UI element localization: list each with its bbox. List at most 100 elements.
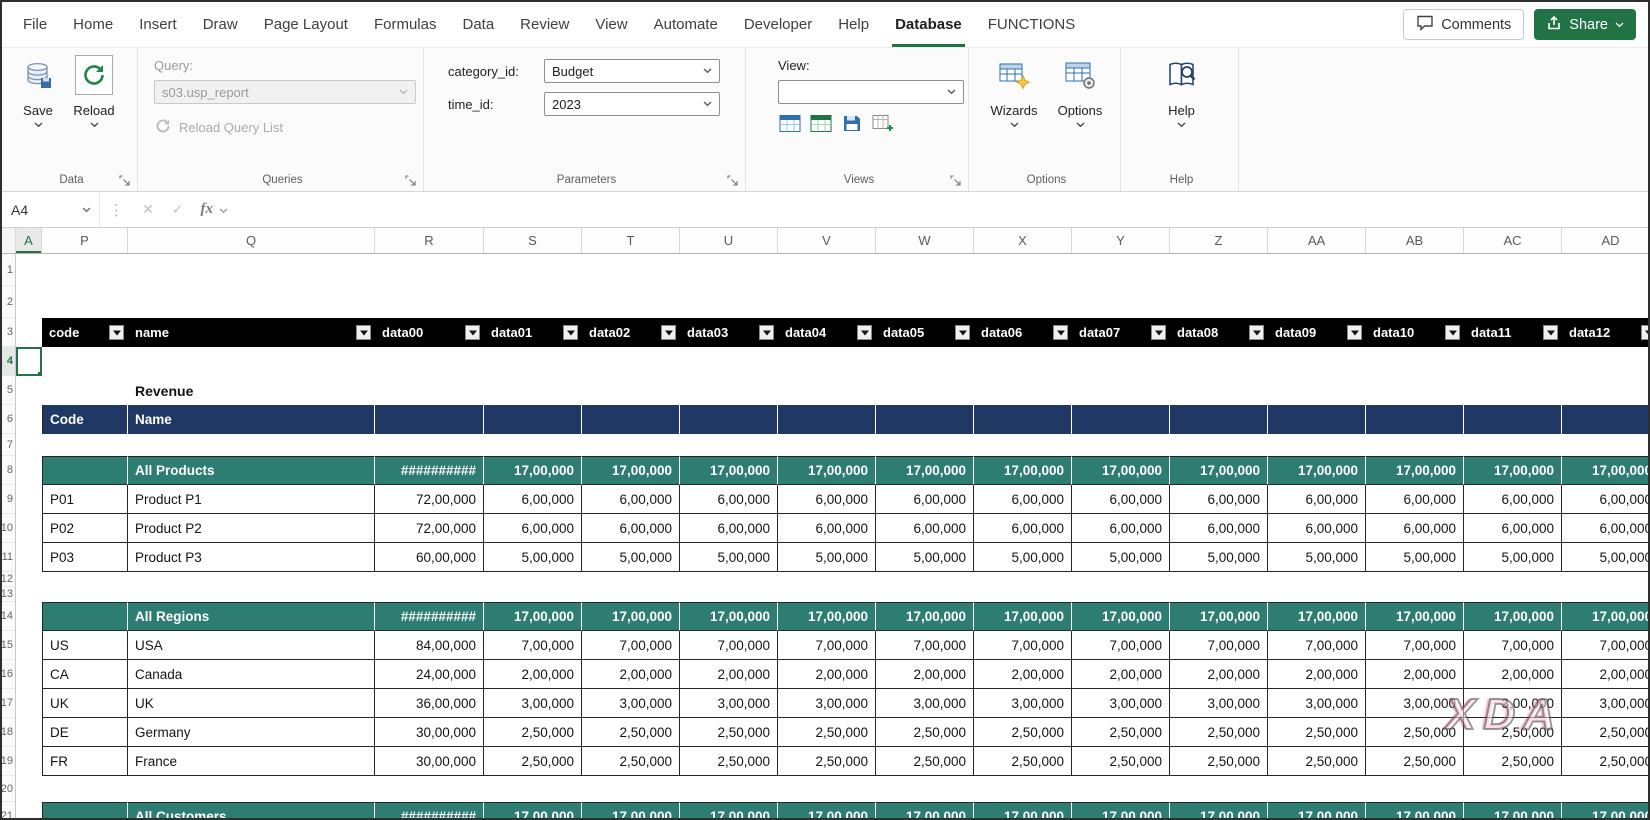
view-select[interactable] xyxy=(778,80,964,104)
column-header-AD[interactable]: AD xyxy=(1562,228,1648,253)
cell[interactable]: 2,50,000 xyxy=(484,718,582,747)
cell[interactable]: 6,00,000 xyxy=(876,485,974,514)
cell[interactable]: CA xyxy=(42,660,128,689)
cell[interactable] xyxy=(42,602,128,631)
cell[interactable]: 17,00,000 xyxy=(1562,602,1648,631)
cell[interactable] xyxy=(16,543,42,572)
cell[interactable]: 7,00,000 xyxy=(1464,631,1562,660)
cell[interactable]: 2,50,000 xyxy=(778,718,876,747)
row-header-14[interactable]: 14 xyxy=(2,602,16,631)
menu-tab-file[interactable]: File xyxy=(10,2,60,47)
cell[interactable] xyxy=(16,485,42,514)
column-header-T[interactable]: T xyxy=(582,228,680,253)
cell[interactable]: 17,00,000 xyxy=(876,602,974,631)
cell[interactable]: 6,00,000 xyxy=(1562,485,1648,514)
cell[interactable]: 17,00,000 xyxy=(582,456,680,485)
help-button[interactable]: Help xyxy=(1149,50,1215,169)
cell[interactable] xyxy=(16,660,42,689)
dialog-launcher-icon[interactable] xyxy=(405,175,417,187)
cell[interactable]: 2,50,000 xyxy=(1170,747,1268,776)
cell[interactable]: 7,00,000 xyxy=(974,631,1072,660)
menu-tab-home[interactable]: Home xyxy=(60,2,126,47)
menu-tab-draw[interactable]: Draw xyxy=(190,2,251,47)
cell[interactable]: 17,00,000 xyxy=(1562,456,1648,485)
filter-button-data11[interactable] xyxy=(1543,325,1558,340)
cell[interactable] xyxy=(16,405,42,434)
cell[interactable]: 60,00,000 xyxy=(375,543,484,572)
cell[interactable]: 2,50,000 xyxy=(876,718,974,747)
cell[interactable]: 6,00,000 xyxy=(974,485,1072,514)
cell[interactable]: 6,00,000 xyxy=(1562,514,1648,543)
cell[interactable]: 24,00,000 xyxy=(375,660,484,689)
cell[interactable]: 2,00,000 xyxy=(1170,660,1268,689)
cell[interactable]: 5,00,000 xyxy=(484,543,582,572)
save-button[interactable]: Save xyxy=(10,50,66,169)
cell[interactable]: ########## xyxy=(375,602,484,631)
menu-tab-database[interactable]: Database xyxy=(882,2,975,47)
row-header-17[interactable]: 17 xyxy=(2,689,16,718)
cell[interactable] xyxy=(16,631,42,660)
cell[interactable]: 6,00,000 xyxy=(582,485,680,514)
menu-tab-view[interactable]: View xyxy=(582,2,640,47)
cell[interactable] xyxy=(16,587,42,602)
dialog-launcher-icon[interactable] xyxy=(950,175,962,187)
cell[interactable]: 17,00,000 xyxy=(974,802,1072,818)
cell[interactable] xyxy=(16,602,42,631)
cell[interactable]: 5,00,000 xyxy=(1366,543,1464,572)
cell[interactable]: 2,50,000 xyxy=(484,747,582,776)
cell[interactable]: 2,00,000 xyxy=(1072,660,1170,689)
cell[interactable]: 6,00,000 xyxy=(876,514,974,543)
row-header-16[interactable]: 16 xyxy=(2,660,16,689)
cell[interactable] xyxy=(1268,405,1366,434)
cell[interactable]: 2,50,000 xyxy=(778,747,876,776)
cell[interactable] xyxy=(375,405,484,434)
cell[interactable]: 17,00,000 xyxy=(484,456,582,485)
cell[interactable]: 2,00,000 xyxy=(1268,660,1366,689)
cell[interactable]: 3,00,000 xyxy=(1464,689,1562,718)
row-header-1[interactable]: 1 xyxy=(2,254,16,286)
cell[interactable]: 6,00,000 xyxy=(1072,514,1170,543)
cell[interactable]: 6,00,000 xyxy=(1170,514,1268,543)
cell[interactable]: 17,00,000 xyxy=(1366,802,1464,818)
reload-button[interactable]: Reload xyxy=(66,50,122,169)
cell[interactable]: 6,00,000 xyxy=(1170,485,1268,514)
comments-button[interactable]: Comments xyxy=(1403,9,1525,40)
row-header-18[interactable]: 18 xyxy=(2,718,16,747)
dialog-launcher-icon[interactable] xyxy=(727,175,739,187)
cell[interactable] xyxy=(16,376,42,405)
cell[interactable] xyxy=(16,318,42,347)
cell[interactable] xyxy=(1366,405,1464,434)
cell[interactable] xyxy=(42,376,128,405)
cell[interactable]: 6,00,000 xyxy=(680,485,778,514)
cancel-icon[interactable]: ✕ xyxy=(133,201,163,218)
enter-icon[interactable]: ✓ xyxy=(163,201,193,218)
menu-tab-developer[interactable]: Developer xyxy=(731,2,825,47)
cell[interactable]: 17,00,000 xyxy=(680,802,778,818)
menu-tab-insert[interactable]: Insert xyxy=(126,2,190,47)
cell[interactable]: 3,00,000 xyxy=(1268,689,1366,718)
cell[interactable]: 3,00,000 xyxy=(778,689,876,718)
cell[interactable]: 2,50,000 xyxy=(1072,747,1170,776)
cell[interactable]: 5,00,000 xyxy=(1268,543,1366,572)
cell[interactable]: 17,00,000 xyxy=(1562,802,1648,818)
menu-tab-automate[interactable]: Automate xyxy=(641,2,731,47)
cell[interactable]: 17,00,000 xyxy=(484,602,582,631)
cell[interactable]: 36,00,000 xyxy=(375,689,484,718)
cell[interactable]: 17,00,000 xyxy=(1366,456,1464,485)
column-header-A[interactable]: A xyxy=(16,228,42,253)
cell[interactable]: 6,00,000 xyxy=(582,514,680,543)
filter-button-data06[interactable] xyxy=(1053,325,1068,340)
cell[interactable]: 84,00,000 xyxy=(375,631,484,660)
cell[interactable]: 6,00,000 xyxy=(1072,485,1170,514)
cell[interactable]: 3,00,000 xyxy=(484,689,582,718)
cell[interactable]: DE xyxy=(42,718,128,747)
cell[interactable]: 2,00,000 xyxy=(876,660,974,689)
cell[interactable] xyxy=(1464,405,1562,434)
cell[interactable]: 17,00,000 xyxy=(1268,602,1366,631)
cell[interactable]: 2,50,000 xyxy=(1366,747,1464,776)
cell[interactable]: 2,50,000 xyxy=(974,747,1072,776)
column-header-W[interactable]: W xyxy=(876,228,974,253)
cell[interactable]: 3,00,000 xyxy=(582,689,680,718)
row-header-7[interactable]: 7 xyxy=(2,434,16,456)
cell[interactable]: 6,00,000 xyxy=(484,514,582,543)
